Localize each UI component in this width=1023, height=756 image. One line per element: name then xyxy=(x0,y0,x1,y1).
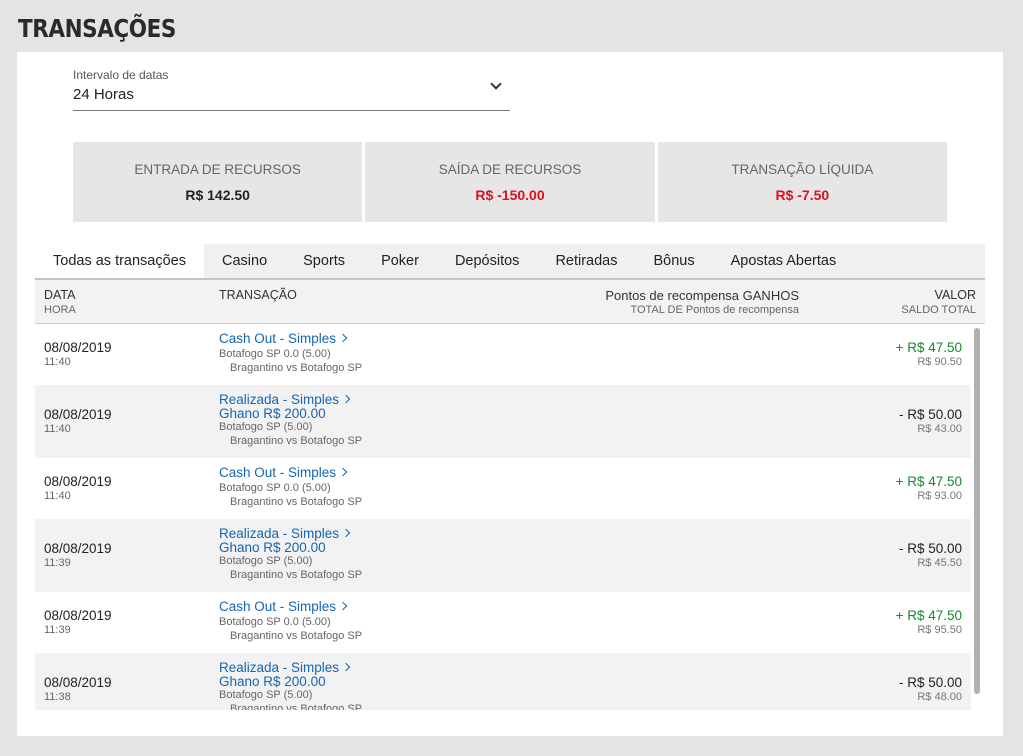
row-date: 08/08/2019 xyxy=(44,675,112,690)
tab-withdrawals[interactable]: Retiradas xyxy=(537,244,635,278)
chevron-right-icon[interactable] xyxy=(341,662,351,672)
header-time: HORA xyxy=(44,304,76,316)
summary-label: SAÍDA DE RECURSOS xyxy=(438,161,582,177)
date-range-label: Intervalo de datas xyxy=(73,68,169,82)
summary-label: TRANSAÇÃO LÍQUIDA xyxy=(731,161,874,177)
row-amount: + R$ 47.50 xyxy=(895,474,962,489)
header-transaction: TRANSAÇÃO xyxy=(219,288,297,302)
transactions-table-body: 08/08/2019 11:40 Cash Out - Simples Botafog… xyxy=(35,324,985,710)
row-balance: R$ 90.50 xyxy=(917,356,962,368)
row-time: 11:39 xyxy=(44,624,71,636)
row-date: 08/08/2019 xyxy=(44,608,112,623)
chevron-down-icon[interactable] xyxy=(490,78,502,90)
chevron-right-icon[interactable] xyxy=(341,394,351,404)
transaction-link[interactable]: Cash Out - Simples xyxy=(219,599,348,614)
transaction-title[interactable]: Cash Out - Simples xyxy=(219,331,336,346)
tab-bar: Todas as transações Casino Sports Poker … xyxy=(35,244,985,280)
transactions-panel: Intervalo de datas 24 Horas ENTRADA DE R… xyxy=(17,52,1003,736)
tab-all-transactions[interactable]: Todas as transações xyxy=(35,244,204,278)
chevron-right-icon[interactable] xyxy=(341,528,351,538)
chevron-right-icon[interactable] xyxy=(338,333,348,343)
summary-net: TRANSAÇÃO LÍQUIDA R$ -7.50 xyxy=(657,142,947,222)
summary-funds-in: ENTRADA DE RECURSOS R$ 142.50 xyxy=(73,142,363,222)
tab-poker[interactable]: Poker xyxy=(363,244,437,278)
table-row: 08/08/2019 11:39 Realizada - Simples Ghano … xyxy=(35,519,971,592)
header-value: VALOR xyxy=(934,288,976,302)
row-selection: Botafogo SP (5.00) xyxy=(219,555,313,567)
summary-value: R$ 142.50 xyxy=(185,186,250,203)
transaction-subtitle[interactable]: Ghano R$ 200.00 xyxy=(219,540,326,555)
transaction-link[interactable]: Realizada - Simples Ghano R$ 200.00 xyxy=(219,526,351,555)
row-balance: R$ 48.00 xyxy=(917,691,962,703)
table-row: 08/08/2019 11:39 Cash Out - Simples Botafog… xyxy=(35,592,971,653)
summary-bar: ENTRADA DE RECURSOS R$ 142.50 SAÍDA DE R… xyxy=(73,142,947,222)
transaction-title[interactable]: Realizada - Simples xyxy=(219,392,339,407)
header-reward-points: Pontos de recompensa GANHOS xyxy=(605,288,799,303)
row-selection: Botafogo SP 0.0 (5.00) xyxy=(219,482,331,494)
row-selection: Botafogo SP 0.0 (5.00) xyxy=(219,616,331,628)
row-date: 08/08/2019 xyxy=(44,340,112,355)
date-range-select[interactable]: Intervalo de datas 24 Horas xyxy=(73,68,510,111)
date-range-value: 24 Horas xyxy=(73,86,134,103)
transaction-title[interactable]: Cash Out - Simples xyxy=(219,599,336,614)
row-time: 11:40 xyxy=(44,356,71,368)
scrollbar-thumb[interactable] xyxy=(974,328,980,694)
table-header: DATA HORA TRANSAÇÃO Pontos de recompensa… xyxy=(35,280,985,324)
row-event: Bragantino vs Botafogo SP xyxy=(230,703,363,710)
row-amount: - R$ 50.00 xyxy=(898,407,962,422)
row-event: Bragantino vs Botafogo SP xyxy=(230,569,363,581)
row-amount: - R$ 50.00 xyxy=(898,541,962,556)
row-amount: - R$ 50.00 xyxy=(898,675,962,690)
transaction-subtitle[interactable]: Ghano R$ 200.00 xyxy=(219,406,326,421)
header-date: DATA xyxy=(44,288,76,302)
summary-value: R$ -7.50 xyxy=(775,186,830,203)
transaction-title[interactable]: Realizada - Simples xyxy=(219,660,339,675)
transaction-link[interactable]: Cash Out - Simples xyxy=(219,331,348,346)
tab-sports[interactable]: Sports xyxy=(285,244,363,278)
row-event: Bragantino vs Botafogo SP xyxy=(230,435,363,447)
row-date: 08/08/2019 xyxy=(44,474,112,489)
header-balance: SALDO TOTAL xyxy=(901,304,976,316)
row-date: 08/08/2019 xyxy=(44,541,112,556)
row-date: 08/08/2019 xyxy=(44,407,112,422)
row-balance: R$ 45.50 xyxy=(917,557,962,569)
row-balance: R$ 95.50 xyxy=(917,624,962,636)
table-row: 08/08/2019 11:38 Realizada - Simples Ghano … xyxy=(35,653,971,710)
transaction-title[interactable]: Cash Out - Simples xyxy=(219,465,336,480)
header-reward-points-total: TOTAL DE Pontos de recompensa xyxy=(630,304,799,316)
row-event: Bragantino vs Botafogo SP xyxy=(230,630,363,642)
row-time: 11:38 xyxy=(44,691,71,703)
row-amount: + R$ 47.50 xyxy=(895,608,962,623)
row-selection: Botafogo SP (5.00) xyxy=(219,689,313,701)
row-event: Bragantino vs Botafogo SP xyxy=(230,496,363,508)
row-balance: R$ 93.00 xyxy=(917,490,962,502)
summary-label: ENTRADA DE RECURSOS xyxy=(134,161,301,177)
row-time: 11:39 xyxy=(44,557,71,569)
transaction-link[interactable]: Realizada - Simples Ghano R$ 200.00 xyxy=(219,660,351,689)
transaction-link[interactable]: Cash Out - Simples xyxy=(219,465,348,480)
transaction-title[interactable]: Realizada - Simples xyxy=(219,526,339,541)
tab-casino[interactable]: Casino xyxy=(204,244,285,278)
page-title: TRANSAÇÕES xyxy=(18,14,176,43)
row-time: 11:40 xyxy=(44,490,71,502)
row-balance: R$ 43.00 xyxy=(917,423,962,435)
summary-value: R$ -150.00 xyxy=(475,186,545,203)
tab-deposits[interactable]: Depósitos xyxy=(437,244,537,278)
chevron-right-icon[interactable] xyxy=(338,601,348,611)
summary-funds-out: SAÍDA DE RECURSOS R$ -150.00 xyxy=(365,142,655,222)
row-event: Bragantino vs Botafogo SP xyxy=(230,362,363,374)
transaction-subtitle[interactable]: Ghano R$ 200.00 xyxy=(219,674,326,689)
chevron-right-icon[interactable] xyxy=(338,467,348,477)
table-row: 08/08/2019 11:40 Cash Out - Simples Botafog… xyxy=(35,458,971,519)
table-row: 08/08/2019 11:40 Realizada - Simples Ghano … xyxy=(35,385,971,458)
table-row: 08/08/2019 11:40 Cash Out - Simples Botafog… xyxy=(35,324,971,385)
scrollbar[interactable] xyxy=(971,324,983,710)
row-selection: Botafogo SP 0.0 (5.00) xyxy=(219,348,331,360)
tab-bonus[interactable]: Bônus xyxy=(636,244,713,278)
row-selection: Botafogo SP (5.00) xyxy=(219,421,313,433)
tab-open-bets[interactable]: Apostas Abertas xyxy=(713,244,855,278)
row-amount: + R$ 47.50 xyxy=(895,340,962,355)
row-time: 11:40 xyxy=(44,423,71,435)
transaction-link[interactable]: Realizada - Simples Ghano R$ 200.00 xyxy=(219,392,351,421)
